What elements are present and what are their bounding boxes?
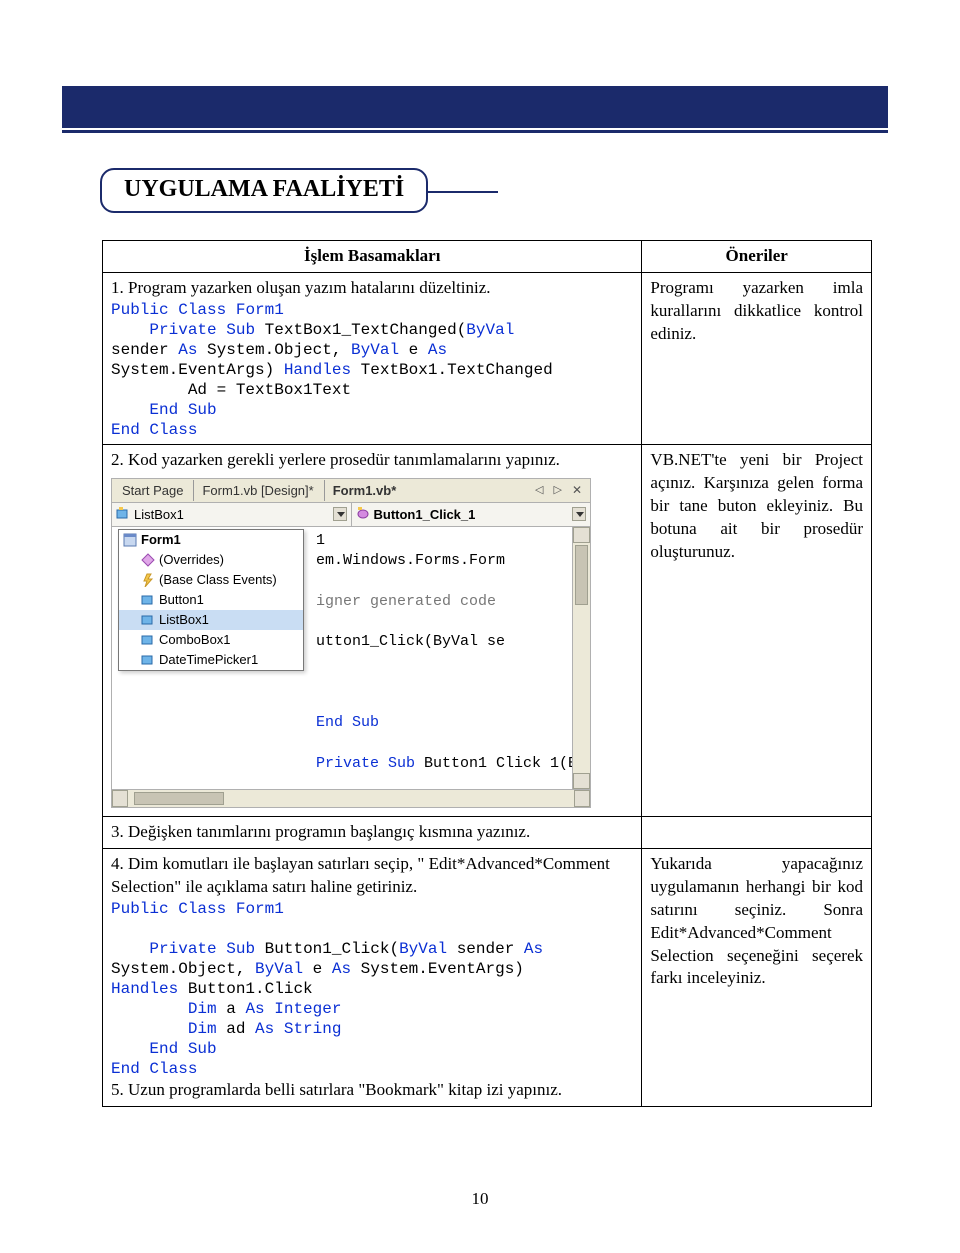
steps-table: İşlem Basamakları Öneriler 1. Program ya… — [102, 240, 872, 1107]
control-icon — [141, 653, 155, 667]
list-item[interactable]: ComboBox1 — [119, 630, 303, 650]
step-text: 4. Dim komutları ile başlayan satırları … — [111, 853, 633, 899]
header-banner — [62, 86, 888, 128]
advice-cell: Programı yazarken imla kurallarını dikka… — [642, 272, 872, 444]
table-row: 1. Program yazarken oluşan yazım hatalar… — [103, 272, 872, 444]
form-icon — [123, 533, 137, 547]
table-row: 4. Dim komutları ile başlayan satırları … — [103, 848, 872, 1106]
tab-close-icon[interactable]: ✕ — [570, 482, 584, 498]
method-dropdown-label: Button1_Click_1 — [374, 506, 476, 524]
control-icon — [141, 633, 155, 647]
intellisense-popup[interactable]: Form1 (Overrides) (Base Class Events) — [118, 529, 304, 671]
advice-cell: Yukarıda yapacağınız uygulamanın herhang… — [642, 848, 872, 1106]
step-text: 3. Değişken tanımlarını programın başlan… — [103, 816, 642, 848]
class-icon — [116, 507, 130, 521]
ide-tabs: Start Page Form1.vb [Design]* Form1.vb* … — [112, 479, 590, 503]
ide-dropdowns: ListBox1 Button1_Click_1 — [112, 503, 590, 527]
list-item[interactable]: DateTimePicker1 — [119, 650, 303, 670]
tab-design[interactable]: Form1.vb [Design]* — [193, 480, 317, 502]
code-editor[interactable]: 1 em.Windows.Forms.Form igner generated … — [308, 527, 590, 789]
code-block: Public Class Form1 Private Sub TextBox1_… — [111, 300, 633, 440]
ide-screenshot: Start Page Form1.vb [Design]* Form1.vb* … — [111, 478, 591, 808]
override-icon — [141, 553, 155, 567]
advice-cell — [642, 816, 872, 848]
vertical-scrollbar[interactable] — [572, 527, 590, 789]
step-text: 5. Uzun programlarda belli satırlara "Bo… — [111, 1079, 633, 1102]
step-text: 2. Kod yazarken gerekli yerlere prosedür… — [111, 449, 633, 472]
advice-cell: VB.NET'te yeni bir Project açınız. Karşı… — [642, 444, 872, 816]
method-icon — [356, 507, 370, 521]
title-tail-line — [426, 191, 498, 193]
table-row: 3. Değişken tanımlarını programın başlan… — [103, 816, 872, 848]
control-icon — [141, 613, 155, 627]
horizontal-scrollbar[interactable] — [112, 789, 590, 807]
page-number: 10 — [0, 1189, 960, 1209]
control-icon — [141, 593, 155, 607]
list-item[interactable]: (Overrides) — [119, 550, 303, 570]
list-item[interactable]: (Base Class Events) — [119, 570, 303, 590]
code-block: Public Class Form1 Private Sub Button1_C… — [111, 899, 633, 1079]
section-title-wrap: UYGULAMA FAALİYETİ — [100, 168, 498, 213]
step-text: 1. Program yazarken oluşan yazım hatalar… — [111, 277, 633, 300]
tab-nav-left-icon[interactable]: ◁ — [533, 483, 545, 498]
chevron-down-icon[interactable] — [572, 507, 586, 521]
object-dropdown[interactable]: ListBox1 — [112, 503, 352, 526]
chevron-down-icon[interactable] — [333, 507, 347, 521]
list-item[interactable]: Button1 — [119, 590, 303, 610]
section-title: UYGULAMA FAALİYETİ — [100, 168, 428, 213]
object-dropdown-label: ListBox1 — [134, 506, 184, 524]
tab-nav-right-icon[interactable]: ▷ — [551, 483, 563, 498]
header-advice: Öneriler — [642, 241, 872, 273]
tab-code[interactable]: Form1.vb* — [324, 480, 401, 502]
event-icon — [141, 573, 155, 587]
list-item[interactable]: Form1 — [119, 530, 303, 550]
method-dropdown[interactable]: Button1_Click_1 — [352, 503, 591, 526]
header-steps: İşlem Basamakları — [103, 241, 642, 273]
tab-start-page[interactable]: Start Page — [118, 480, 187, 502]
table-row: 2. Kod yazarken gerekli yerlere prosedür… — [103, 444, 872, 816]
list-item-selected[interactable]: ListBox1 — [119, 610, 303, 630]
